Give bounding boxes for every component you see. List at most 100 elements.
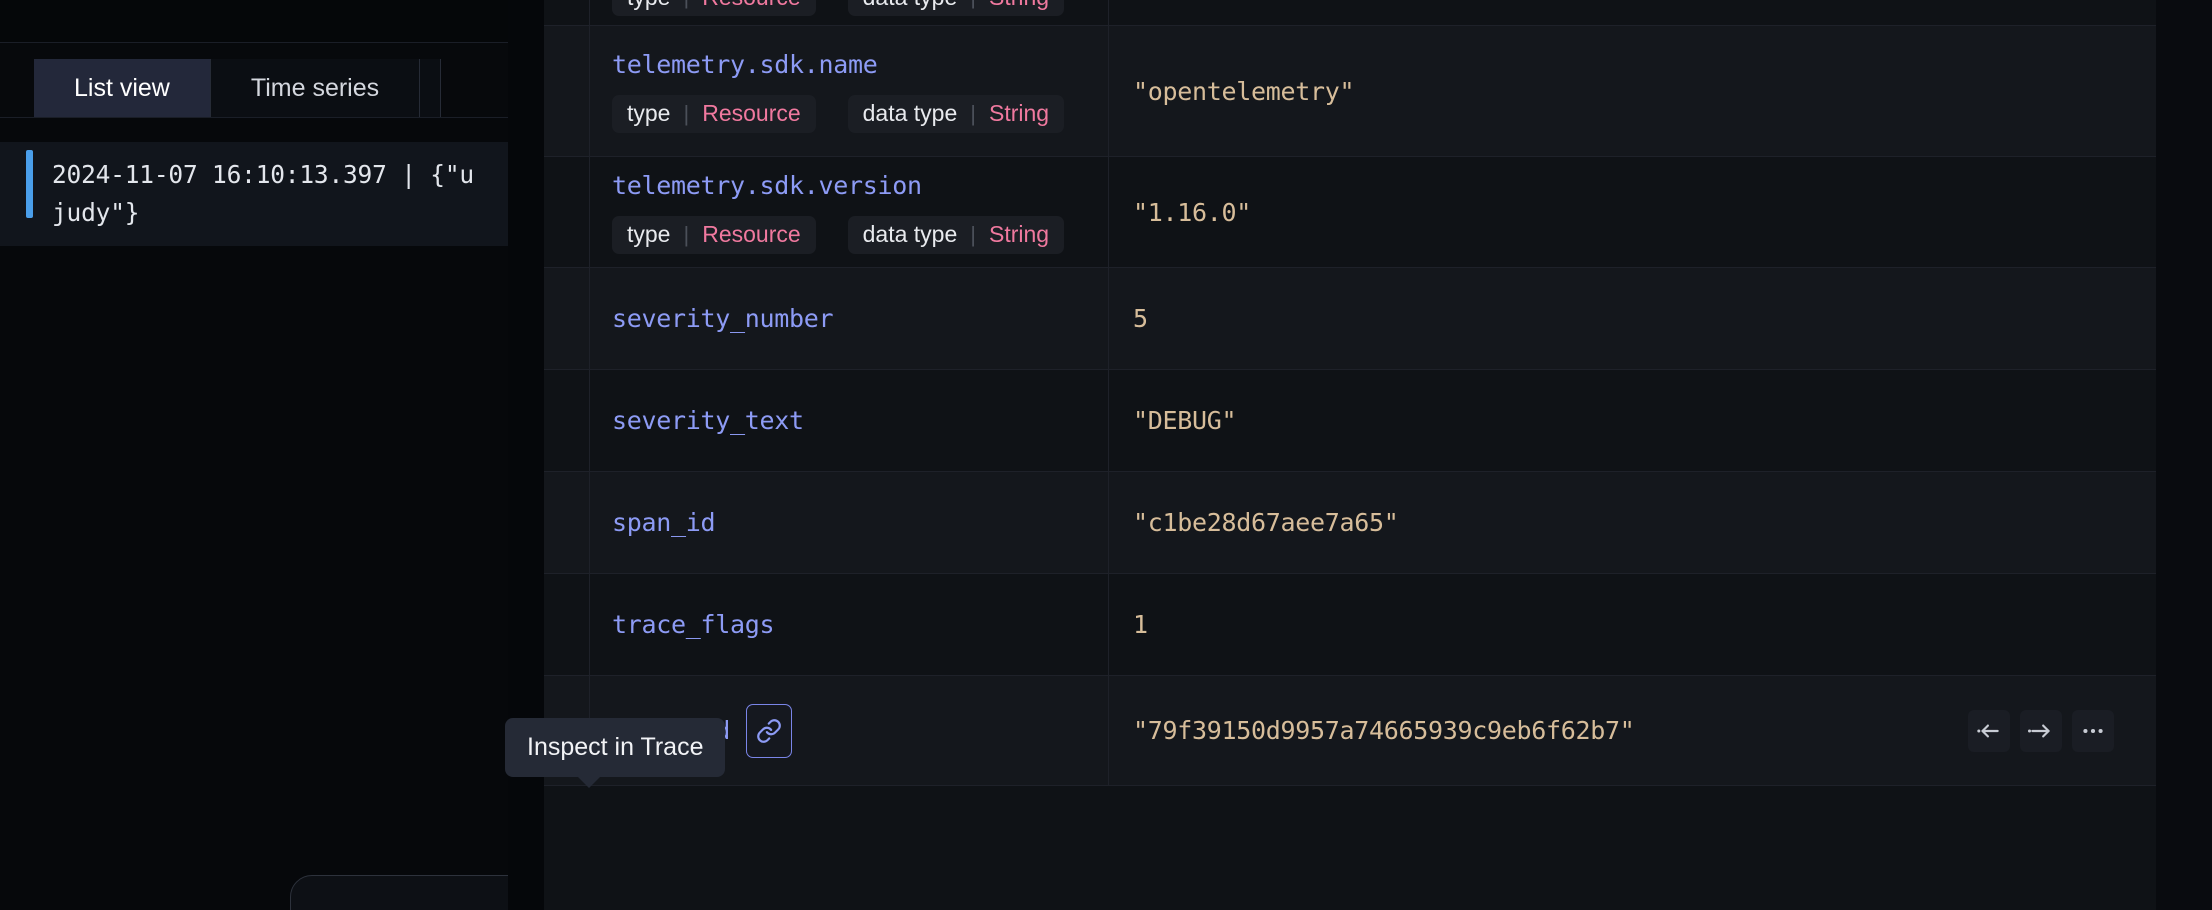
badge-data-type-value: String xyxy=(989,0,1049,11)
tab-time-series[interactable]: Time series xyxy=(210,59,421,117)
badge-separator: | xyxy=(970,221,976,247)
badge-data-type-value: String xyxy=(989,100,1050,126)
row-key-cell: type | Resource data type | String xyxy=(590,0,1109,25)
row-value-cell: "opentelemetry" xyxy=(1109,26,2156,156)
row-key-name: span_id xyxy=(612,508,716,537)
table-row[interactable]: severity_number 5 xyxy=(544,268,2156,370)
badge-type-label: type xyxy=(627,0,670,11)
row-key-cell: severity_number xyxy=(590,268,1109,369)
table-row[interactable]: telemetry.sdk.name type | Resource data … xyxy=(544,26,2156,157)
log-severity-accent-bar xyxy=(26,150,33,218)
badge-type-value: Resource xyxy=(702,100,801,126)
log-entry-line-1: 2024-11-07 16:10:13.397 | {"u xyxy=(52,160,474,189)
log-list-spacer xyxy=(0,118,508,142)
badge-separator: | xyxy=(683,0,689,10)
arrow-right-dot-icon xyxy=(2028,724,2050,737)
badge-type-value: Resource xyxy=(702,221,801,247)
app-root: List view Time series 2024-11-07 16:10:1… xyxy=(0,0,2212,910)
row-key-name: trace_flags xyxy=(612,610,775,639)
inspect-in-trace-button[interactable] xyxy=(746,703,793,758)
table-row[interactable]: trace_id "79f39150d9957a74665939c9eb6f62… xyxy=(544,676,2156,786)
table-row[interactable]: severity_text "DEBUG" xyxy=(544,370,2156,472)
arrow-left-dot-icon xyxy=(1977,724,1999,737)
row-gutter xyxy=(544,26,590,156)
badge-type-value: Resource xyxy=(702,0,800,11)
badge-data-type-label: data type xyxy=(862,100,958,126)
left-panel: List view Time series 2024-11-07 16:10:1… xyxy=(0,0,508,910)
tooltip-inspect-in-trace: Inspect in Trace xyxy=(505,718,726,788)
badge-separator: | xyxy=(683,100,690,126)
badge-type: type | Resource xyxy=(612,0,816,16)
table-row[interactable]: trace_flags 1 xyxy=(544,574,2156,676)
badge-separator: | xyxy=(683,221,690,247)
view-tab-bar: List view Time series xyxy=(0,43,508,118)
row-key-cell: trace_flags xyxy=(590,574,1109,675)
row-gutter xyxy=(544,0,590,25)
row-key-name: telemetry.sdk.name xyxy=(612,49,878,79)
table-row[interactable]: telemetry.sdk.version type | Resource da… xyxy=(544,157,2156,268)
row-value-cell: "DEBUG" xyxy=(1109,370,2156,471)
row-key-cell: span_id xyxy=(590,472,1109,573)
tab-strip: List view Time series xyxy=(34,59,442,117)
row-key-cell: severity_text xyxy=(590,370,1109,471)
row-gutter xyxy=(544,472,590,573)
filter-out-button[interactable] xyxy=(1968,709,2010,752)
tooltip-arrow xyxy=(577,776,601,788)
row-key-cell: telemetry.sdk.name type | Resource data … xyxy=(590,26,1109,156)
badge-type: type | Resource xyxy=(612,215,816,254)
badge-separator: | xyxy=(970,0,976,10)
tab-time-series-label: Time series xyxy=(250,73,380,102)
row-key-name: telemetry.sdk.version xyxy=(612,170,922,200)
bottom-floating-panel xyxy=(290,875,508,910)
row-badges: type | Resource data type | String xyxy=(612,215,1108,254)
badge-data-type: data type | String xyxy=(847,0,1065,16)
row-key-name: severity_number xyxy=(612,304,834,333)
badge-data-type-label: data type xyxy=(863,0,958,11)
log-list-item[interactable]: 2024-11-07 16:10:13.397 | {"u judy"} xyxy=(0,142,508,246)
row-value-cell: 5 xyxy=(1109,268,2156,369)
attribute-detail-table: type | Resource data type | String telem… xyxy=(544,0,2156,910)
row-value-text: "c1be28d67aee7a65" xyxy=(1133,508,1399,537)
badge-data-type: data type | String xyxy=(847,94,1065,133)
row-value-text: "1.16.0" xyxy=(1133,197,1252,227)
table-row[interactable]: span_id "c1be28d67aee7a65" xyxy=(544,472,2156,574)
row-value-text: "opentelemetry" xyxy=(1133,76,1355,106)
row-value-cell: 1 xyxy=(1109,574,2156,675)
row-gutter xyxy=(544,157,590,267)
badge-type-label: type xyxy=(627,100,671,126)
more-options-button[interactable] xyxy=(2072,709,2114,752)
row-value-text: "DEBUG" xyxy=(1133,406,1237,435)
row-badges: type | Resource data type | String xyxy=(612,0,1108,16)
row-value-text: "79f39150d9957a74665939c9eb6f62b7" xyxy=(1133,716,1635,745)
log-list: 2024-11-07 16:10:13.397 | {"u judy"} xyxy=(0,118,508,910)
row-gutter xyxy=(544,370,590,471)
link-icon xyxy=(757,718,781,743)
row-value-cell: "c1be28d67aee7a65" xyxy=(1109,472,2156,573)
row-action-buttons xyxy=(1968,709,2114,752)
badge-separator: | xyxy=(970,100,976,126)
right-gutter xyxy=(2156,0,2212,910)
row-value-cell: "79f39150d9957a74665939c9eb6f62b7" xyxy=(1109,676,2156,785)
row-gutter xyxy=(544,574,590,675)
row-gutter xyxy=(544,268,590,369)
left-panel-top-strip xyxy=(0,0,508,43)
tab-list-view[interactable]: List view xyxy=(34,59,211,117)
filter-in-button[interactable] xyxy=(2020,709,2062,752)
tooltip-text: Inspect in Trace xyxy=(527,733,704,761)
badge-type: type | Resource xyxy=(612,94,816,133)
row-value-text: 1 xyxy=(1133,610,1148,639)
ellipsis-icon xyxy=(2083,728,2103,733)
row-value-cell xyxy=(1109,0,2156,25)
badge-type-label: type xyxy=(627,221,671,247)
badge-data-type-label: data type xyxy=(862,221,958,247)
row-badges: type | Resource data type | String xyxy=(612,94,1108,133)
tab-list-view-label: List view xyxy=(74,73,170,102)
badge-data-type: data type | String xyxy=(847,215,1065,254)
table-row[interactable]: type | Resource data type | String xyxy=(544,0,2156,26)
row-key-cell: telemetry.sdk.version type | Resource da… xyxy=(590,157,1109,267)
row-key-name: severity_text xyxy=(612,406,804,435)
log-entry-text: 2024-11-07 16:10:13.397 | {"u judy"} xyxy=(52,156,508,232)
log-entry-line-2: judy"} xyxy=(52,198,140,227)
row-value-text: 5 xyxy=(1133,304,1148,333)
tab-third-partial[interactable] xyxy=(420,59,442,117)
